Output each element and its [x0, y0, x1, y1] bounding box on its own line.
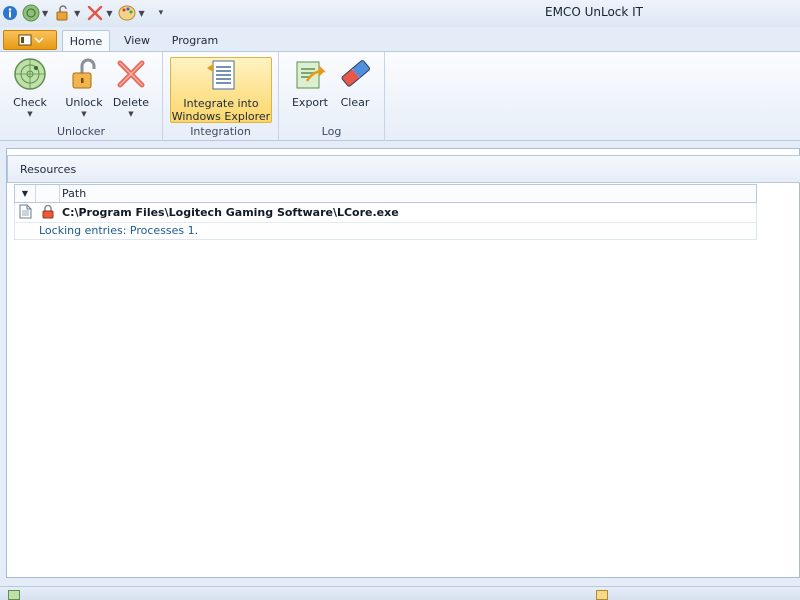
window-title: EMCO UnLock IT: [545, 5, 644, 19]
chevron-down-icon: ▼: [81, 110, 87, 118]
status-bar: [0, 586, 800, 600]
chevron-down-icon[interactable]: ▼: [42, 9, 48, 18]
ribbon-group-unlocker: Check ▼ Unlock ▼ Delete ▼ Unlocker: [0, 52, 163, 141]
chevron-down-icon: ▼: [128, 110, 134, 118]
resources-grid[interactable]: ▼ Path C:\Program Files\Logitech Gaming …: [14, 184, 757, 240]
tab-program[interactable]: Program: [166, 30, 224, 52]
info-icon[interactable]: [2, 3, 18, 23]
clear-button[interactable]: Clear: [335, 57, 375, 109]
check-button[interactable]: Check ▼: [8, 57, 52, 118]
table-row[interactable]: C:\Program Files\Logitech Gaming Softwar…: [14, 203, 757, 223]
group-label-integration: Integration: [190, 125, 251, 138]
resource-path: C:\Program Files\Logitech Gaming Softwar…: [62, 206, 399, 219]
group-label-log: Log: [321, 125, 342, 138]
eraser-icon: [338, 57, 372, 94]
quick-access-toolbar: ▼ ▼ ▼ ▼ ▾: [2, 3, 163, 23]
chevron-down-icon[interactable]: ▼: [138, 9, 144, 18]
lock-column-header[interactable]: [36, 185, 60, 202]
file-icon: [19, 204, 32, 222]
export-button[interactable]: Export: [289, 57, 331, 109]
resources-panel-header: Resources: [7, 155, 800, 183]
ribbon-tabs: Home View Program: [0, 27, 800, 52]
integrate-explorer-button-label: Integrate into Windows Explorer: [171, 97, 271, 123]
unlock-button-label: Unlock: [65, 96, 103, 109]
integrate-explorer-button[interactable]: Integrate into Windows Explorer: [170, 57, 272, 123]
delete-icon[interactable]: ▼: [86, 3, 114, 23]
application-menu-button[interactable]: [3, 30, 57, 50]
tab-view[interactable]: View: [116, 30, 158, 52]
lock-status-icon: [596, 589, 608, 600]
app-menu-icon: [18, 34, 44, 46]
radar-icon: [13, 57, 47, 94]
delete-button-label: Delete: [112, 96, 150, 109]
title-bar: ▼ ▼ ▼ ▼ ▾ EMCO UnLock IT: [0, 0, 800, 27]
resources-panel-title: Resources: [20, 163, 77, 176]
customize-toolbar-icon[interactable]: ▾: [159, 8, 164, 18]
ribbon-group-integration: Integrate into Windows Explorer Integrat…: [163, 52, 279, 141]
explorer-integration-icon: [204, 58, 238, 95]
export-icon: [293, 57, 327, 94]
check-button-label: Check: [13, 96, 47, 109]
check-icon[interactable]: ▼: [22, 3, 50, 23]
chevron-down-icon: ▼: [27, 110, 33, 118]
padlock-icon: [67, 57, 101, 94]
clear-button-label: Clear: [340, 96, 370, 109]
tab-home[interactable]: Home: [62, 30, 110, 52]
delete-button[interactable]: Delete ▼: [110, 57, 152, 118]
chevron-down-icon[interactable]: ▼: [106, 9, 112, 18]
grid-header: ▼ Path: [14, 184, 757, 203]
expand-all-toggle[interactable]: ▼: [15, 185, 36, 202]
lock-icon: [41, 204, 55, 222]
chevron-down-icon[interactable]: ▼: [74, 9, 80, 18]
group-label-unlocker: Unlocker: [56, 125, 106, 138]
unlock-button[interactable]: Unlock ▼: [62, 57, 106, 118]
ribbon-group-log: Export Clear Log: [279, 52, 385, 141]
triangle-down-icon: ▼: [21, 189, 29, 198]
unlock-icon[interactable]: ▼: [54, 3, 82, 23]
export-button-label: Export: [291, 96, 328, 109]
locking-entries-detail: Locking entries: Processes 1.: [14, 223, 757, 240]
palette-icon[interactable]: ▼: [118, 3, 146, 23]
ribbon: Check ▼ Unlock ▼ Delete ▼ Unlocker Integ…: [0, 51, 800, 141]
path-column-header[interactable]: Path: [60, 185, 756, 202]
delete-x-icon: [114, 57, 148, 94]
status-icon: [8, 589, 20, 600]
